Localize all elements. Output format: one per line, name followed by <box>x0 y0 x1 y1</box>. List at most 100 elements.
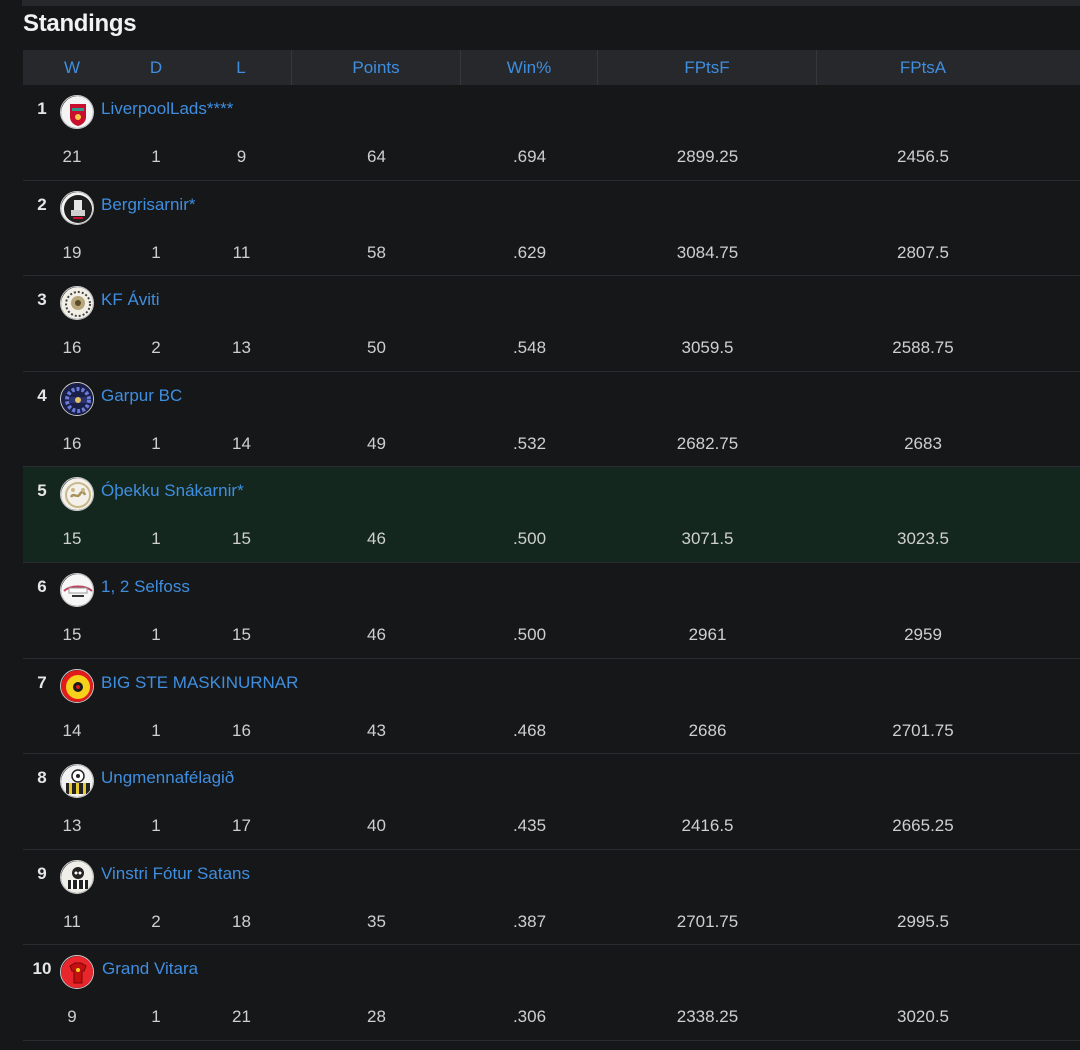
cell-win-pct: .387 <box>512 911 547 931</box>
red-jersey-icon[interactable] <box>60 955 94 990</box>
cell-l: 9 <box>236 147 247 166</box>
cell-points: 46 <box>367 624 386 644</box>
table-row: 1 LiverpoolLads**** 21 1 9 64 .694 2899.25 2456.… <box>23 85 1080 181</box>
standings-table: W D L Points Win% FPtsF FPtsA 1 Liverpool… <box>23 50 1080 1041</box>
cell-points: 58 <box>367 242 386 262</box>
cell-w: 21 <box>62 147 82 166</box>
table-row: 3 KF Áviti 16 2 13 50 .548 3059.5 2588.75 <box>23 276 1080 372</box>
col-header-win-pct[interactable]: Win% <box>461 50 598 85</box>
cell-fpts-f: 3071.5 <box>681 529 734 549</box>
cell-win-pct: .468 <box>512 720 547 740</box>
cell-points: 43 <box>367 720 386 740</box>
cell-l: 15 <box>232 529 251 549</box>
team-rank: 5 <box>37 481 47 501</box>
team-rank: 3 <box>37 290 47 310</box>
cell-fpts-a: 3023.5 <box>897 529 949 549</box>
team-rank: 2 <box>37 194 47 214</box>
table-row: 7 BIG STE MASKINURNAR 14 1 16 43 .468 2686 2701.… <box>23 659 1080 755</box>
cell-l: 17 <box>232 816 251 836</box>
cell-d: 2 <box>151 911 161 931</box>
cell-fpts-a: 2683 <box>904 433 942 453</box>
col-header-fpts-a[interactable]: FPtsA <box>817 50 1029 85</box>
gear-badge-icon[interactable] <box>60 381 94 416</box>
cell-d: 1 <box>151 816 161 836</box>
lion-crest-icon[interactable] <box>60 286 94 321</box>
cell-fpts-a: 2959 <box>904 624 942 644</box>
giant-icon[interactable] <box>60 190 94 225</box>
team-name-link[interactable]: Óþekku Snákarnir* <box>101 481 244 501</box>
cell-l: 21 <box>232 1007 251 1027</box>
cell-win-pct: .435 <box>512 816 547 836</box>
cell-win-pct: .548 <box>512 338 547 358</box>
table-row: 10 Grand Vitara 9 1 21 28 .306 2338.25 3020.5 <box>23 945 1080 1041</box>
cell-fpts-f: 2899.25 <box>676 147 739 166</box>
cell-w: 16 <box>62 338 82 358</box>
team-name-link[interactable]: LiverpoolLads**** <box>101 99 233 119</box>
cell-w: 16 <box>62 433 82 453</box>
team-name-link[interactable]: Ungmennafélagið <box>101 768 234 788</box>
cell-points: 49 <box>367 433 386 453</box>
top-divider <box>22 0 1080 6</box>
cell-fpts-f: 2682.75 <box>676 433 739 453</box>
table-row: 9 Vinstri Fótur Satans 11 2 18 35 .387 2701.75 2… <box>23 850 1080 946</box>
col-header-d[interactable]: D <box>121 50 191 85</box>
liverpool-crest-icon[interactable] <box>60 95 94 129</box>
team-rank: 1 <box>37 99 47 118</box>
selfoss-badge-icon[interactable] <box>60 572 94 607</box>
cell-d: 1 <box>151 529 161 549</box>
cell-fpts-f: 2686 <box>688 720 727 740</box>
cell-win-pct: .500 <box>512 529 547 549</box>
cell-fpts-a: 2456.5 <box>897 147 949 166</box>
cell-d: 1 <box>151 624 161 644</box>
skull-striped-icon[interactable] <box>60 859 94 894</box>
team-name-link[interactable]: Grand Vitara <box>102 959 198 979</box>
cell-d: 1 <box>151 1007 161 1027</box>
cell-w: 9 <box>67 1007 77 1027</box>
cell-points: 35 <box>367 911 386 931</box>
cell-w: 19 <box>62 242 82 262</box>
cell-win-pct: .532 <box>512 433 547 453</box>
team-name-link[interactable]: KF Áviti <box>101 290 160 310</box>
cell-l: 11 <box>232 242 251 262</box>
cell-fpts-f: 3084.75 <box>676 242 739 262</box>
team-name-link[interactable]: Garpur BC <box>101 386 182 406</box>
cell-fpts-a: 2665.25 <box>892 816 954 836</box>
cell-l: 13 <box>232 338 251 358</box>
cell-l: 16 <box>232 720 251 740</box>
team-name-link[interactable]: Vinstri Fótur Satans <box>101 864 250 884</box>
cell-win-pct: .629 <box>512 242 547 262</box>
team-name-link[interactable]: 1, 2 Selfoss <box>101 577 190 597</box>
cell-fpts-a: 2807.5 <box>897 242 949 262</box>
cell-l: 14 <box>232 433 251 453</box>
cell-d: 1 <box>151 433 161 453</box>
cell-fpts-f: 2416.5 <box>681 816 734 836</box>
col-header-l[interactable]: L <box>191 50 292 85</box>
col-header-fpts-f[interactable]: FPtsF <box>598 50 817 85</box>
cell-l: 18 <box>232 911 251 931</box>
football-striped-icon[interactable] <box>60 764 94 799</box>
team-name-link[interactable]: BIG STE MASKINURNAR <box>101 673 298 693</box>
cell-fpts-f: 2338.25 <box>676 1007 739 1027</box>
cell-w: 13 <box>62 816 82 836</box>
table-row: 8 Ungmennafélagið 13 1 17 40 .435 2416.5 2665.25 <box>23 754 1080 850</box>
cell-fpts-f: 2701.75 <box>676 911 739 931</box>
cell-d: 1 <box>151 720 161 740</box>
table-row: 4 Garpur BC 16 1 14 49 .532 2682.75 2683 <box>23 372 1080 468</box>
col-header-w[interactable]: W <box>23 50 121 85</box>
team-name-link[interactable]: Bergrisarnir* <box>101 195 195 215</box>
page-title: Standings <box>23 10 137 37</box>
team-rank: 10 <box>32 959 52 979</box>
cell-w: 15 <box>62 529 82 549</box>
table-header: W D L Points Win% FPtsF FPtsA <box>23 50 1080 85</box>
cell-points: 40 <box>367 816 386 836</box>
cell-fpts-a: 3020.5 <box>897 1007 949 1027</box>
team-rank: 6 <box>37 576 47 596</box>
col-header-points[interactable]: Points <box>292 50 461 85</box>
yellow-red-ball-icon[interactable] <box>60 668 94 703</box>
snake-badge-icon[interactable] <box>60 477 94 512</box>
cell-d: 1 <box>151 242 161 262</box>
cell-win-pct: .694 <box>512 147 547 166</box>
cell-l: 15 <box>232 624 251 644</box>
table-row: 6 1, 2 Selfoss 15 1 15 46 .500 2961 2959 <box>23 563 1080 659</box>
cell-win-pct: .500 <box>512 624 547 644</box>
